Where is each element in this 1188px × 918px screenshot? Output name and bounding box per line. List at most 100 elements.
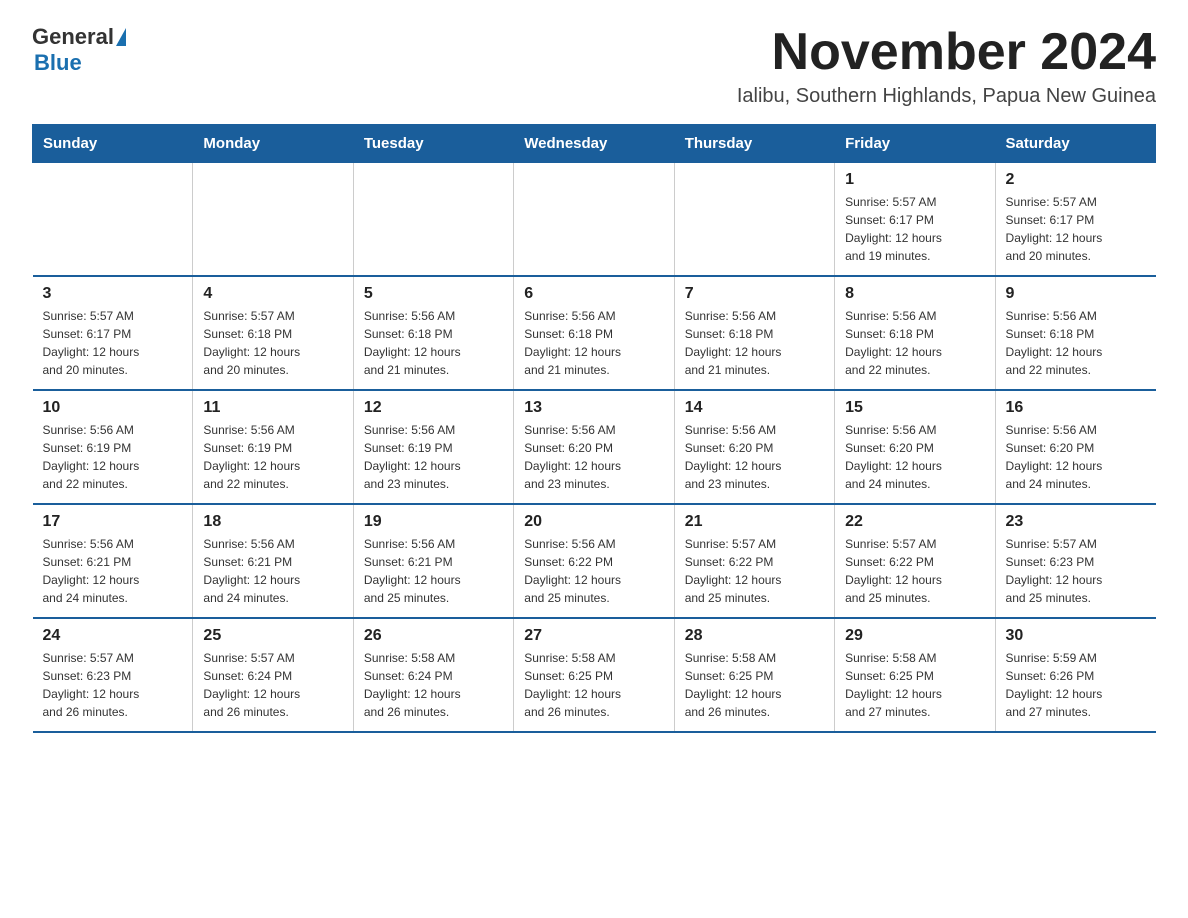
- calendar-day-cell: 29Sunrise: 5:58 AM Sunset: 6:25 PM Dayli…: [835, 618, 995, 732]
- calendar-day-cell: 28 Sunrise: 5:58 AM Sunset: 6:25 PM Dayli…: [674, 618, 834, 732]
- day-number: 13: [524, 399, 663, 417]
- day-info: Sunrise: 5:56 AM Sunset: 6:18 PM Dayligh…: [1006, 307, 1146, 379]
- calendar-day-cell: 25 Sunrise: 5:57 AM Sunset: 6:24 PM Dayli…: [193, 618, 353, 732]
- calendar-day-cell: 2 Sunrise: 5:57 AM Sunset: 6:17 PM Daylig…: [995, 163, 1155, 277]
- day-info: Sunrise: 5:56 AM Sunset: 6:19 PM Dayligh…: [203, 421, 342, 493]
- calendar-table: SundayMondayTuesdayWednesdayThursdayFrid…: [32, 124, 1156, 733]
- calendar-day-cell: 16 Sunrise: 5:56 AM Sunset: 6:20 PM Dayli…: [995, 390, 1155, 504]
- day-number: 29: [845, 627, 984, 645]
- day-number: 5: [364, 285, 503, 303]
- calendar-day-cell: 5 Sunrise: 5:56 AM Sunset: 6:18 PM Daylig…: [353, 276, 513, 390]
- calendar-day-cell: 6 Sunrise: 5:56 AM Sunset: 6:18 PM Daylig…: [514, 276, 674, 390]
- day-info: Sunrise: 5:56 AM Sunset: 6:20 PM Dayligh…: [845, 421, 984, 493]
- calendar-day-cell: 1 Sunrise: 5:57 AM Sunset: 6:17 PM Daylig…: [835, 163, 995, 277]
- calendar-day-cell: 12 Sunrise: 5:56 AM Sunset: 6:19 PM Dayli…: [353, 390, 513, 504]
- day-info: Sunrise: 5:56 AM Sunset: 6:22 PM Dayligh…: [524, 535, 663, 607]
- day-info: Sunrise: 5:56 AM Sunset: 6:20 PM Dayligh…: [685, 421, 824, 493]
- day-number: 24: [43, 627, 183, 645]
- day-info: Sunrise: 5:57 AM Sunset: 6:23 PM Dayligh…: [43, 649, 183, 721]
- logo: General Blue: [32, 24, 126, 76]
- calendar-day-cell: 30 Sunrise: 5:59 AM Sunset: 6:26 PM Dayli…: [995, 618, 1155, 732]
- calendar-week-row: 1 Sunrise: 5:57 AM Sunset: 6:17 PM Daylig…: [33, 163, 1156, 277]
- day-info: Sunrise: 5:56 AM Sunset: 6:18 PM Dayligh…: [845, 307, 984, 379]
- calendar-day-cell: [514, 163, 674, 277]
- day-info: Sunrise: 5:56 AM Sunset: 6:18 PM Dayligh…: [364, 307, 503, 379]
- calendar-day-cell: 8 Sunrise: 5:56 AM Sunset: 6:18 PM Daylig…: [835, 276, 995, 390]
- calendar-day-cell: 14 Sunrise: 5:56 AM Sunset: 6:20 PM Dayli…: [674, 390, 834, 504]
- day-info: Sunrise: 5:57 AM Sunset: 6:17 PM Dayligh…: [1006, 193, 1146, 265]
- calendar-day-cell: 17Sunrise: 5:56 AM Sunset: 6:21 PM Dayli…: [33, 504, 193, 618]
- calendar-day-cell: 24 Sunrise: 5:57 AM Sunset: 6:23 PM Dayli…: [33, 618, 193, 732]
- calendar-day-cell: 19 Sunrise: 5:56 AM Sunset: 6:21 PM Dayli…: [353, 504, 513, 618]
- day-number: 22: [845, 513, 984, 531]
- day-number: 27: [524, 627, 663, 645]
- calendar-day-cell: 21 Sunrise: 5:57 AM Sunset: 6:22 PM Dayli…: [674, 504, 834, 618]
- day-info: Sunrise: 5:57 AM Sunset: 6:18 PM Dayligh…: [203, 307, 342, 379]
- weekday-header-tuesday: Tuesday: [353, 125, 513, 163]
- day-number: 1: [845, 171, 984, 189]
- day-number: 19: [364, 513, 503, 531]
- day-info: Sunrise: 5:56 AM Sunset: 6:18 PM Dayligh…: [685, 307, 824, 379]
- day-info: Sunrise: 5:58 AM Sunset: 6:25 PM Dayligh…: [685, 649, 824, 721]
- calendar-day-cell: 22 Sunrise: 5:57 AM Sunset: 6:22 PM Dayli…: [835, 504, 995, 618]
- day-info: Sunrise: 5:56 AM Sunset: 6:20 PM Dayligh…: [1006, 421, 1146, 493]
- logo-triangle-icon: [116, 28, 126, 46]
- day-info: Sunrise: 5:56 AM Sunset: 6:19 PM Dayligh…: [43, 421, 183, 493]
- day-info: Sunrise: 5:56 AM Sunset: 6:19 PM Dayligh…: [364, 421, 503, 493]
- day-info: Sunrise: 5:56 AM Sunset: 6:21 PM Dayligh…: [364, 535, 503, 607]
- page-title: November 2024: [737, 24, 1156, 81]
- day-number: 4: [203, 285, 342, 303]
- day-number: 21: [685, 513, 824, 531]
- day-number: 6: [524, 285, 663, 303]
- day-number: 26: [364, 627, 503, 645]
- weekday-header-monday: Monday: [193, 125, 353, 163]
- weekday-header-wednesday: Wednesday: [514, 125, 674, 163]
- day-info: Sunrise: 5:57 AM Sunset: 6:22 PM Dayligh…: [685, 535, 824, 607]
- day-info: Sunrise: 5:57 AM Sunset: 6:17 PM Dayligh…: [43, 307, 183, 379]
- calendar-week-row: 3 Sunrise: 5:57 AM Sunset: 6:17 PM Daylig…: [33, 276, 1156, 390]
- weekday-header-friday: Friday: [835, 125, 995, 163]
- day-number: 25: [203, 627, 342, 645]
- calendar-week-row: 24 Sunrise: 5:57 AM Sunset: 6:23 PM Dayli…: [33, 618, 1156, 732]
- day-number: 16: [1006, 399, 1146, 417]
- logo-general-text: General: [32, 24, 114, 50]
- day-number: 2: [1006, 171, 1146, 189]
- day-info: Sunrise: 5:57 AM Sunset: 6:22 PM Dayligh…: [845, 535, 984, 607]
- logo-blue-text: Blue: [34, 50, 82, 76]
- calendar-day-cell: 20Sunrise: 5:56 AM Sunset: 6:22 PM Dayli…: [514, 504, 674, 618]
- day-info: Sunrise: 5:56 AM Sunset: 6:21 PM Dayligh…: [203, 535, 342, 607]
- day-number: 15: [845, 399, 984, 417]
- day-info: Sunrise: 5:57 AM Sunset: 6:23 PM Dayligh…: [1006, 535, 1146, 607]
- day-number: 10: [43, 399, 183, 417]
- day-info: Sunrise: 5:57 AM Sunset: 6:17 PM Dayligh…: [845, 193, 984, 265]
- day-number: 3: [43, 285, 183, 303]
- calendar-day-cell: 15 Sunrise: 5:56 AM Sunset: 6:20 PM Dayli…: [835, 390, 995, 504]
- calendar-day-cell: 9 Sunrise: 5:56 AM Sunset: 6:18 PM Daylig…: [995, 276, 1155, 390]
- day-number: 9: [1006, 285, 1146, 303]
- day-info: Sunrise: 5:57 AM Sunset: 6:24 PM Dayligh…: [203, 649, 342, 721]
- day-info: Sunrise: 5:58 AM Sunset: 6:24 PM Dayligh…: [364, 649, 503, 721]
- calendar-day-cell: 18Sunrise: 5:56 AM Sunset: 6:21 PM Dayli…: [193, 504, 353, 618]
- calendar-day-cell: [674, 163, 834, 277]
- calendar-day-cell: 23Sunrise: 5:57 AM Sunset: 6:23 PM Dayli…: [995, 504, 1155, 618]
- calendar-day-cell: [193, 163, 353, 277]
- weekday-header-saturday: Saturday: [995, 125, 1155, 163]
- calendar-day-cell: 11Sunrise: 5:56 AM Sunset: 6:19 PM Dayli…: [193, 390, 353, 504]
- day-info: Sunrise: 5:58 AM Sunset: 6:25 PM Dayligh…: [524, 649, 663, 721]
- day-number: 28: [685, 627, 824, 645]
- calendar-day-cell: 26 Sunrise: 5:58 AM Sunset: 6:24 PM Dayli…: [353, 618, 513, 732]
- day-info: Sunrise: 5:59 AM Sunset: 6:26 PM Dayligh…: [1006, 649, 1146, 721]
- calendar-header-row: SundayMondayTuesdayWednesdayThursdayFrid…: [33, 125, 1156, 163]
- calendar-day-cell: [353, 163, 513, 277]
- day-number: 14: [685, 399, 824, 417]
- day-info: Sunrise: 5:56 AM Sunset: 6:18 PM Dayligh…: [524, 307, 663, 379]
- calendar-day-cell: [33, 163, 193, 277]
- calendar-week-row: 10 Sunrise: 5:56 AM Sunset: 6:19 PM Dayli…: [33, 390, 1156, 504]
- day-number: 8: [845, 285, 984, 303]
- page-subtitle: Ialibu, Southern Highlands, Papua New Gu…: [737, 85, 1156, 108]
- day-number: 12: [364, 399, 503, 417]
- day-number: 30: [1006, 627, 1146, 645]
- weekday-header-sunday: Sunday: [33, 125, 193, 163]
- day-number: 17: [43, 513, 183, 531]
- calendar-week-row: 17 Sunrise: 5:56 AM Sunset: 6:21 PM Dayli…: [33, 504, 1156, 618]
